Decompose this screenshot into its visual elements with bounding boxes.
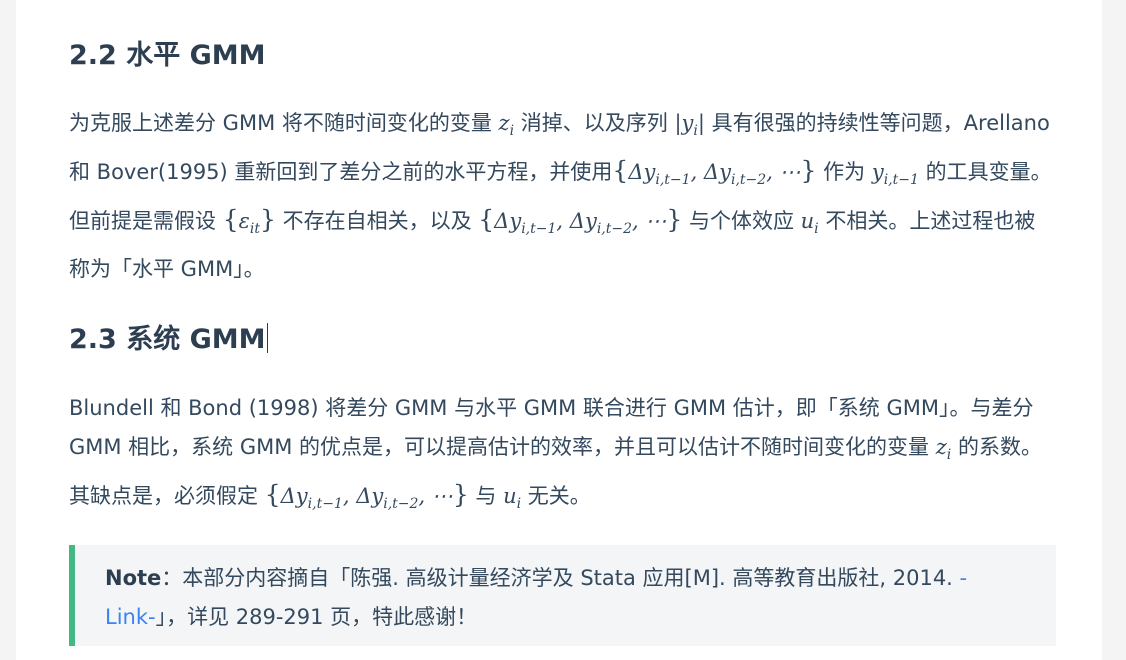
heading-2-3[interactable]: 2.3 系统 GMM bbox=[69, 317, 268, 356]
math-u-i-2: ui bbox=[503, 484, 522, 513]
note-blockquote: Note：本部分内容摘自「陈强. 高级计量经济学及 Stata 应用[M]. 高… bbox=[69, 545, 1056, 646]
text-cursor bbox=[266, 323, 268, 353]
paragraph-level-gmm: 为克服上述差分 GMM 将不随时间变化的变量 zi 消掉、以及序列 |yi| 具… bbox=[69, 111, 1052, 281]
document-page: 2.2 水平 GMM 为克服上述差分 GMM 将不随时间变化的变量 zi 消掉、… bbox=[16, 0, 1102, 660]
math-instrument-set: {Δyi,t−1, Δyi,t−2, ⋯} bbox=[612, 156, 817, 189]
note-text: Note：本部分内容摘自「陈强. 高级计量经济学及 Stata 应用[M]. 高… bbox=[105, 566, 968, 629]
note-label: Note bbox=[105, 566, 162, 590]
paragraph-system-gmm: Blundell 和 Bond (1998) 将差分 GMM 与水平 GMM 联… bbox=[69, 396, 1042, 513]
math-u-i: ui bbox=[800, 209, 819, 238]
math-instrument-set-2: {Δyi,t−1, Δyi,t−2, ⋯} bbox=[478, 205, 683, 238]
math-instrument-set-3: {Δyi,t−1, Δyi,t−2, ⋯} bbox=[264, 480, 469, 513]
math-epsilon-set: {εit} bbox=[222, 205, 276, 238]
math-z-i: zi bbox=[498, 111, 515, 140]
math-y-i-t-1: yi,t−1 bbox=[871, 160, 919, 189]
heading-2-2: 2.2 水平 GMM bbox=[69, 40, 266, 71]
math-z-i-2: zi bbox=[935, 435, 952, 464]
math-abs-y-i: |yi| bbox=[674, 111, 705, 140]
